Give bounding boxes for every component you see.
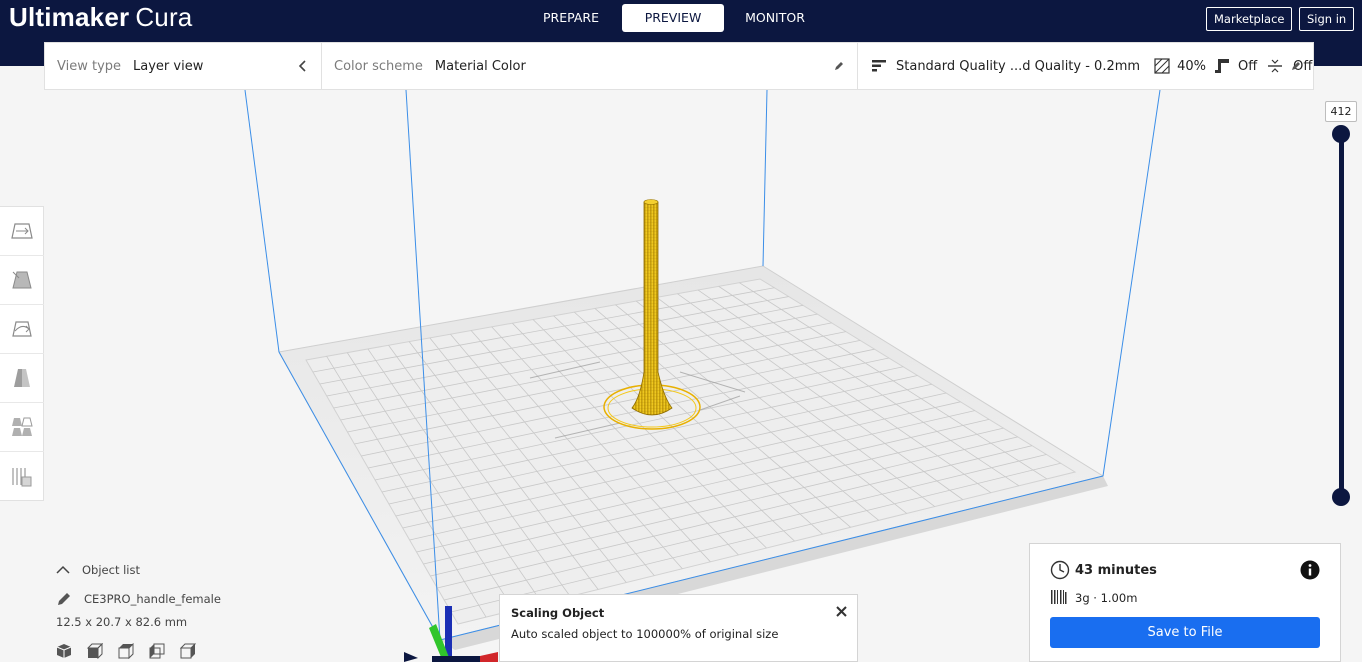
view-right-icon[interactable] (180, 643, 196, 659)
support-blocker-tool[interactable] (0, 452, 44, 501)
infill-value: 40% (1177, 58, 1206, 74)
save-to-file-button[interactable]: Save to File (1050, 617, 1320, 648)
notification-message: Auto scaled object to 100000% of origina… (511, 627, 779, 641)
color-scheme-value: Material Color (434, 58, 526, 74)
close-icon[interactable] (835, 605, 848, 618)
notification-title: Scaling Object (511, 606, 605, 620)
tab-prepare[interactable]: PREPARE (520, 4, 622, 32)
view-type-selector[interactable]: View type Layer view (57, 43, 203, 89)
support-value: Off (1237, 58, 1258, 74)
stage-tabs: PREPARE PREVIEW MONITOR (520, 4, 826, 32)
object-list-toggle[interactable]: Object list (56, 561, 221, 579)
print-time: 43 minutes (1075, 563, 1157, 578)
clock-icon (1050, 560, 1070, 580)
support-icon (1214, 59, 1229, 73)
info-icon[interactable] (1300, 560, 1320, 580)
color-scheme-selector[interactable]: Color scheme Material Color (334, 43, 526, 89)
scaling-notification: Scaling Object Auto scaled object to 100… (499, 594, 858, 662)
view-settings-bar: View type Layer view Color scheme Materi… (44, 42, 1314, 90)
object-name: CE3PRO_handle_female (84, 592, 221, 606)
scale-tool[interactable] (0, 256, 44, 305)
tool-sidebar (0, 206, 44, 501)
mirror-tool[interactable] (0, 354, 44, 403)
edit-settings-icon[interactable] (1290, 60, 1302, 72)
chevron-up-icon (56, 565, 70, 574)
marketplace-button[interactable]: Marketplace (1206, 7, 1293, 31)
infill-icon (1154, 58, 1170, 74)
color-scheme-label: Color scheme (334, 58, 423, 74)
rotate-tool[interactable] (0, 305, 44, 354)
view-front-icon[interactable] (87, 643, 103, 659)
object-name-row[interactable]: CE3PRO_handle_female (56, 590, 221, 608)
mirror-tool-icon (14, 369, 30, 387)
layer-slider-lower-handle[interactable] (1332, 488, 1350, 506)
move-tool[interactable] (0, 207, 44, 256)
material-usage: 3g · 1.00m (1075, 591, 1138, 605)
view-3d-icon[interactable] (56, 643, 72, 659)
layer-slider-upper-handle[interactable] (1332, 125, 1350, 143)
layer-number-input[interactable]: 412 (1325, 101, 1357, 122)
chevron-left-icon[interactable] (298, 60, 308, 72)
sign-in-button[interactable]: Sign in (1299, 7, 1355, 31)
scale-tool-icon (12, 271, 32, 289)
view-left-icon[interactable] (149, 643, 165, 659)
adhesion-icon (1268, 59, 1283, 73)
tab-monitor[interactable]: MONITOR (724, 4, 826, 32)
pencil-icon[interactable] (833, 60, 845, 72)
material-spool-icon (1051, 590, 1067, 604)
per-model-settings-tool[interactable] (0, 403, 44, 452)
profile-icon (872, 60, 886, 72)
tab-preview[interactable]: PREVIEW (622, 4, 724, 32)
app-logo: Ultimaker Cura (9, 2, 193, 32)
print-info-panel: 43 minutes 3g · 1.00m Save to File (1029, 543, 1341, 662)
layer-slider-track[interactable] (1339, 134, 1344, 498)
move-tool-icon (11, 223, 33, 239)
view-type-label: View type (57, 58, 122, 74)
pencil-icon (58, 593, 70, 605)
object-dimensions: 12.5 x 20.7 x 82.6 mm (56, 615, 188, 629)
rotate-tool-icon (12, 321, 32, 337)
object-list-title: Object list (82, 563, 140, 577)
per-model-settings-icon (12, 417, 33, 436)
view-type-value: Layer view (133, 58, 204, 74)
camera-view-buttons (56, 643, 221, 659)
profile-name: Standard Quality ...d Quality - 0.2mm (896, 58, 1141, 74)
print-settings-summary[interactable]: Standard Quality ...d Quality - 0.2mm 40… (871, 43, 1312, 89)
support-blocker-icon (12, 467, 32, 486)
view-top-icon[interactable] (118, 643, 134, 659)
object-list-panel: Object list CE3PRO_handle_female 12.5 x … (56, 561, 221, 659)
